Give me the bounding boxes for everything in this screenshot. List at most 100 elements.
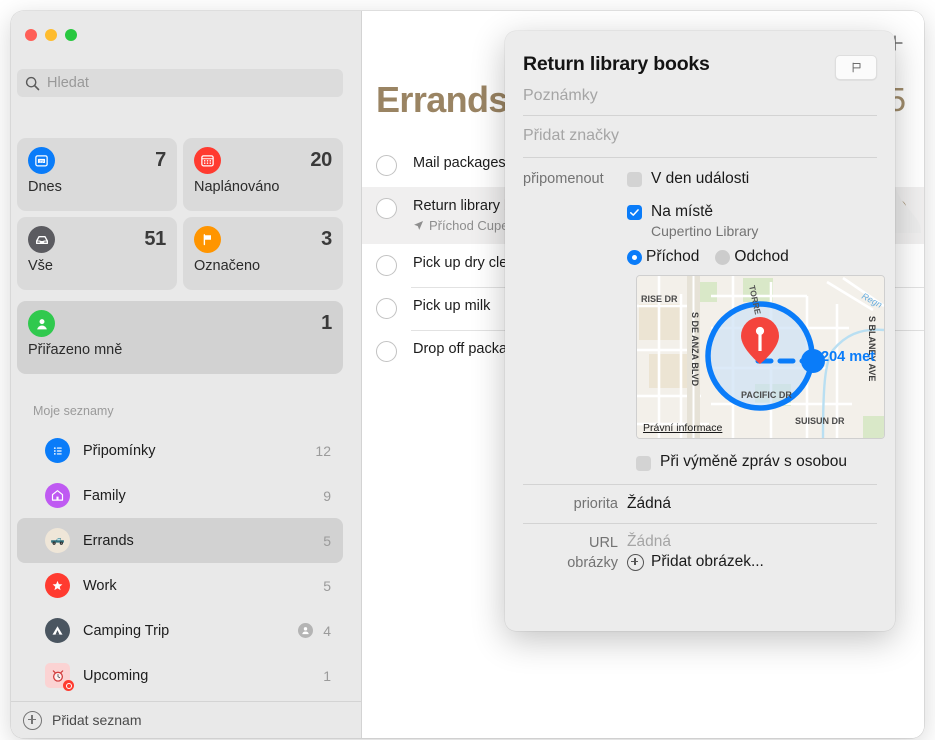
smart-list-flagged[interactable]: 3 Označeno xyxy=(183,217,343,290)
sidebar-item-errands[interactable]: Errands 5 xyxy=(17,518,343,563)
popover-arrow xyxy=(895,187,921,233)
zoom-window-button[interactable] xyxy=(65,29,77,41)
smart-list-today[interactable]: 29 7 Dnes xyxy=(17,138,177,211)
plus-circle-icon xyxy=(23,710,42,730)
images-row: obrázky Přidat obrázek... xyxy=(523,553,877,581)
task-complete-toggle[interactable] xyxy=(376,255,397,276)
popover-header: Return library books xyxy=(523,31,877,80)
tray-icon xyxy=(28,226,55,253)
smart-list-label: Dnes xyxy=(28,179,62,195)
at-location-checkbox[interactable] xyxy=(627,205,642,220)
svg-text:PACIFIC DR: PACIFIC DR xyxy=(741,390,792,400)
search-field[interactable]: Hledat xyxy=(17,69,343,97)
task-complete-toggle[interactable] xyxy=(376,341,397,362)
location-name-row: Cupertino Library xyxy=(523,221,877,239)
calendar-day-icon: 29 xyxy=(28,147,55,174)
on-day-label: V den události xyxy=(651,170,750,187)
sidebar-item-upcoming[interactable]: Upcoming 1 xyxy=(17,653,343,698)
task-complete-toggle[interactable] xyxy=(376,298,397,319)
smart-list-count: 7 xyxy=(155,149,166,171)
sidebar-item-camping-trip[interactable]: Camping Trip 4 xyxy=(17,608,343,653)
reminder-detail-popover: Return library books Poznámky Přidat zna… xyxy=(505,31,895,631)
calendar-icon xyxy=(194,147,221,174)
on-day-checkbox[interactable] xyxy=(627,172,642,187)
svg-text:29: 29 xyxy=(39,159,43,163)
map-legal-link[interactable]: Právní informace xyxy=(643,422,722,434)
smart-list-scheduled[interactable]: 20 Naplánováno xyxy=(183,138,343,211)
radio-arriving-label: Příchod xyxy=(646,248,700,265)
sidebar-item-count: 5 xyxy=(323,577,331,594)
sidebar-item-label: Camping Trip xyxy=(83,622,170,639)
page-title: Errands xyxy=(376,79,508,120)
priority-value: Žádná xyxy=(627,494,671,512)
location-name: Cupertino Library xyxy=(651,223,759,239)
sidebar-item-label: Errands xyxy=(83,532,134,549)
priority-row[interactable]: priorita Žádná xyxy=(523,485,877,523)
task-complete-toggle[interactable] xyxy=(376,155,397,176)
messaging-checkbox[interactable] xyxy=(636,455,651,471)
search-placeholder: Hledat xyxy=(47,75,89,91)
url-row[interactable]: URL Žádná xyxy=(523,523,877,553)
add-list-button[interactable]: Přidat seznam xyxy=(11,701,361,738)
truck-emoji-icon xyxy=(45,528,70,553)
url-value: Žádná xyxy=(627,533,671,550)
smart-list-label: Označeno xyxy=(194,258,261,274)
sidebar-item-count: 12 xyxy=(315,442,331,459)
at-location-label: Na místě xyxy=(651,203,714,220)
star-icon xyxy=(45,573,70,598)
popover-title: Return library books xyxy=(523,53,710,75)
smart-list-assigned-to-me[interactable]: 1 Přiřazeno mně xyxy=(17,301,343,374)
search-icon xyxy=(25,76,40,90)
minimize-window-button[interactable] xyxy=(45,29,57,41)
messaging-checkbox-row: Při výměně zpráv s osobou xyxy=(636,453,877,471)
shared-list-icon xyxy=(298,623,314,638)
remind-section: připomenout V den události Na místě Cupe… xyxy=(523,157,885,471)
flag-icon xyxy=(194,226,221,253)
close-window-button[interactable] xyxy=(25,29,37,41)
alarm-emoji-icon xyxy=(45,663,74,691)
flag-toggle-button[interactable] xyxy=(835,55,877,80)
location-map[interactable]: RISE DR S DE ANZA BLVD PACIFIC DR SUISUN… xyxy=(636,275,885,439)
svg-text:RISE DR: RISE DR xyxy=(641,294,678,304)
smart-list-all[interactable]: 51 Vše xyxy=(17,217,177,290)
images-label: obrázky xyxy=(567,554,618,571)
sidebar-item-count: 4 xyxy=(323,622,331,639)
sidebar: Hledat 29 7 Dnes 20 Naplánováno 51 Vše 3… xyxy=(11,11,362,738)
flag-outline-icon xyxy=(852,62,860,73)
map-distance-label: 204 met xyxy=(821,349,876,365)
radio-arriving[interactable] xyxy=(627,249,642,265)
add-image-button[interactable]: Přidat obrázek... xyxy=(651,553,764,571)
sidebar-item-label: Family xyxy=(83,487,126,504)
add-list-label: Přidat seznam xyxy=(52,712,142,728)
smart-list-label: Vše xyxy=(28,258,53,274)
tags-field[interactable]: Přidat značky xyxy=(523,116,877,157)
person-icon xyxy=(28,310,55,337)
radio-leaving[interactable] xyxy=(715,249,731,265)
assigned-label: Přiřazeno mně xyxy=(28,342,123,358)
reminders-window: Hledat 29 7 Dnes 20 Naplánováno 51 Vše 3… xyxy=(11,11,924,738)
sidebar-item-count: 1 xyxy=(323,667,331,684)
smart-list-count: 3 xyxy=(321,228,332,250)
tent-icon xyxy=(45,618,70,643)
sidebar-item-count: 5 xyxy=(323,532,331,549)
task-complete-toggle[interactable] xyxy=(376,198,397,219)
remind-at-location-row: Na místě xyxy=(523,203,877,221)
my-lists-header: Moje seznamy xyxy=(33,404,114,418)
sidebar-item-label: Upcoming xyxy=(83,667,149,684)
notes-field[interactable]: Poznámky xyxy=(523,80,877,115)
remind-on-day-row: připomenout V den události xyxy=(523,170,877,188)
smart-list-count: 51 xyxy=(144,228,166,250)
trigger-options-row: Příchod Odchod xyxy=(523,239,877,266)
radio-leaving-label: Odchod xyxy=(734,248,789,265)
sidebar-item-work[interactable]: Work 5 xyxy=(17,563,343,608)
remind-label: připomenout xyxy=(523,171,604,187)
list-bullets-icon xyxy=(45,438,70,463)
sidebar-item-reminders[interactable]: Připomínky 12 xyxy=(17,428,343,473)
smart-list-label: Naplánováno xyxy=(194,179,280,195)
my-lists: Připomínky 12 Family 9 Errands 5 Work 5 … xyxy=(17,428,343,698)
sidebar-item-family[interactable]: Family 9 xyxy=(17,473,343,518)
smart-list-count: 20 xyxy=(310,149,332,171)
smart-lists-grid: 29 7 Dnes 20 Naplánováno 51 Vše 3 Označe… xyxy=(17,138,343,290)
location-arrow-icon xyxy=(414,220,424,230)
url-label: URL xyxy=(588,534,618,551)
